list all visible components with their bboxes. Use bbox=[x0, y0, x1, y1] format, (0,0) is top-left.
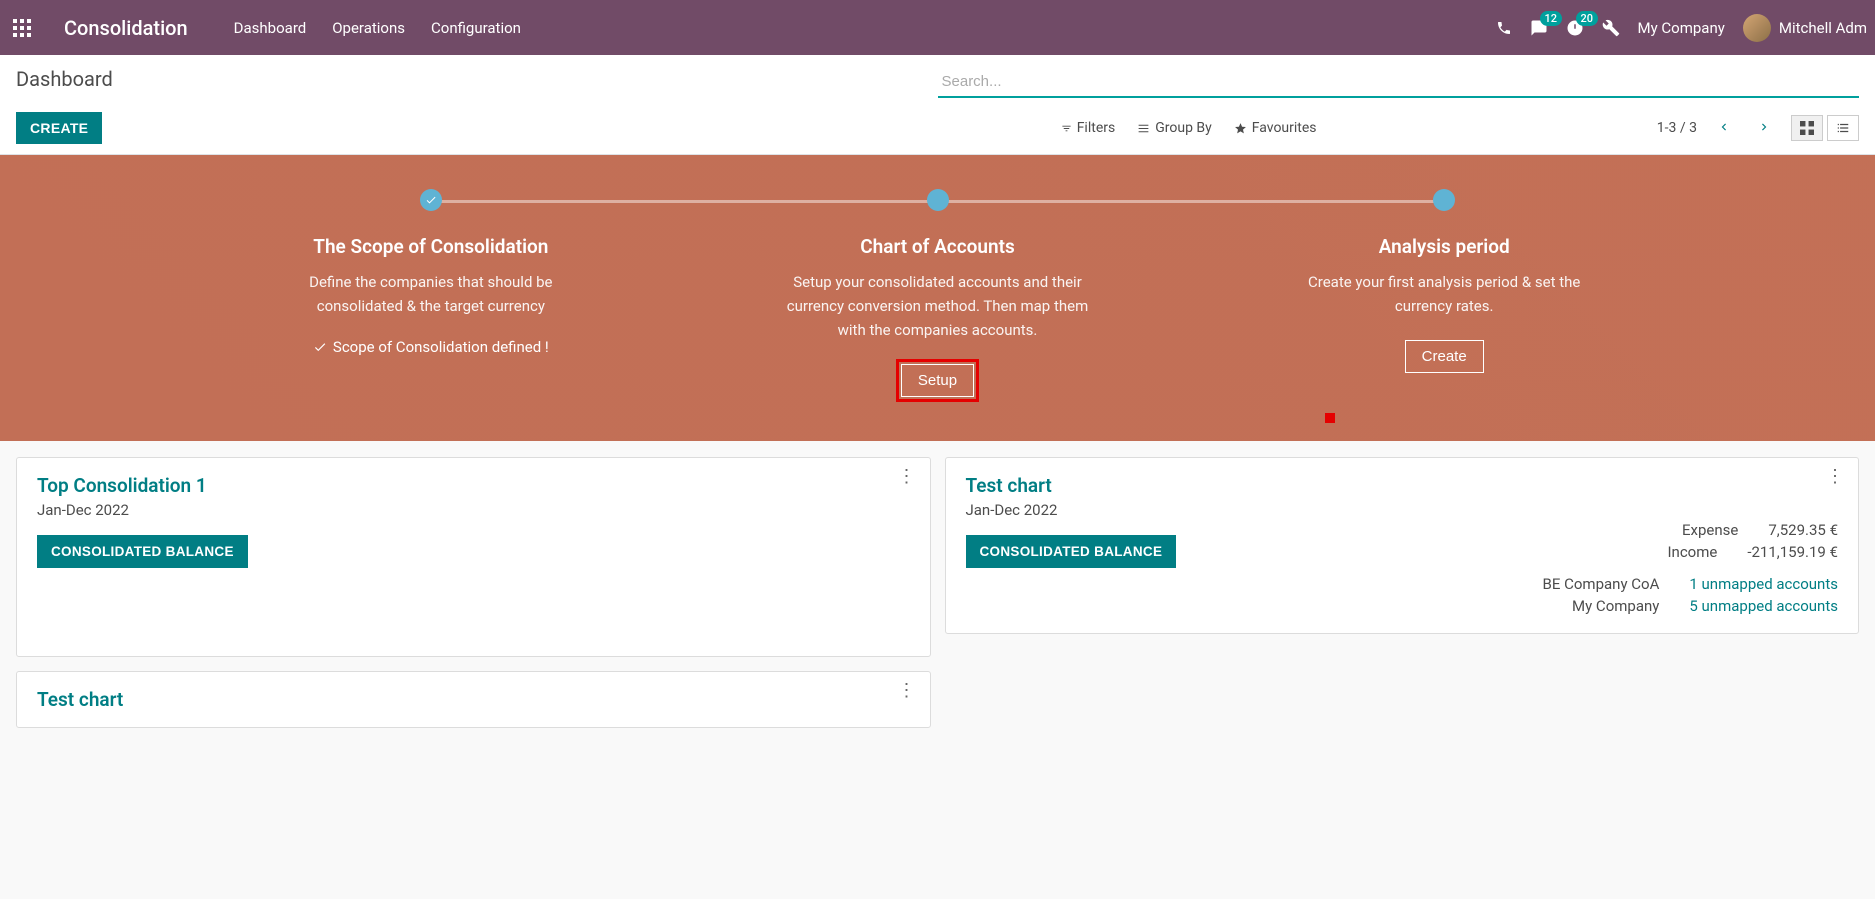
mapping-row: BE Company CoA 1 unmapped accounts bbox=[1200, 573, 1838, 595]
onboarding-step-scope: The Scope of Consolidation Define the co… bbox=[178, 189, 685, 397]
list-view-button[interactable] bbox=[1827, 115, 1859, 141]
create-button[interactable]: CREATE bbox=[16, 112, 102, 144]
pager-prev[interactable] bbox=[1711, 116, 1737, 141]
user-menu[interactable]: Mitchell Adm bbox=[1743, 14, 1867, 42]
step-desc: Define the companies that should be cons… bbox=[276, 270, 586, 318]
phone-icon[interactable] bbox=[1496, 20, 1512, 36]
cursor-indicator bbox=[1325, 413, 1335, 423]
company-switcher[interactable]: My Company bbox=[1638, 19, 1725, 37]
check-icon bbox=[313, 340, 327, 354]
search-wrap bbox=[938, 67, 1860, 98]
onboarding-step-coa: Chart of Accounts Setup your consolidate… bbox=[684, 189, 1191, 397]
unmapped-link[interactable]: 1 unmapped accounts bbox=[1689, 575, 1838, 593]
nav-right: 12 20 My Company Mitchell Adm bbox=[1496, 14, 1868, 42]
step-dot bbox=[1433, 189, 1455, 211]
consolidated-balance-button[interactable]: CONSOLIDATED BALANCE bbox=[966, 535, 1177, 568]
unmapped-link[interactable]: 5 unmapped accounts bbox=[1689, 597, 1838, 615]
nav-menu-operations[interactable]: Operations bbox=[332, 19, 405, 37]
consolidated-balance-button[interactable]: CONSOLIDATED BALANCE bbox=[37, 535, 248, 568]
nav-left: Consolidation Dashboard Operations Confi… bbox=[8, 14, 521, 42]
activities-badge: 20 bbox=[1576, 11, 1599, 26]
list-view-icon bbox=[1836, 121, 1850, 135]
kanban-icon bbox=[1800, 121, 1814, 135]
step-desc: Setup your consolidated accounts and the… bbox=[783, 270, 1093, 342]
card-title: Test chart bbox=[966, 474, 1839, 497]
step-title: Analysis period bbox=[1211, 235, 1678, 258]
messages-icon[interactable]: 12 bbox=[1530, 19, 1548, 37]
kanban-view-button[interactable] bbox=[1791, 115, 1823, 141]
kanban-card[interactable]: ⋮ Test chart bbox=[16, 671, 931, 728]
finance-row: Income -211,159.19 € bbox=[1200, 541, 1838, 563]
step-dot-done bbox=[420, 189, 442, 211]
messages-badge: 12 bbox=[1540, 11, 1563, 26]
card-title: Top Consolidation 1 bbox=[37, 474, 910, 497]
card-period: Jan-Dec 2022 bbox=[966, 501, 1839, 519]
nav-menu-configuration[interactable]: Configuration bbox=[431, 19, 521, 37]
activities-icon[interactable]: 20 bbox=[1566, 19, 1584, 37]
mapping-row: My Company 5 unmapped accounts bbox=[1200, 595, 1838, 617]
nav-menu-dashboard[interactable]: Dashboard bbox=[234, 19, 307, 37]
card-menu-icon[interactable]: ⋮ bbox=[1826, 472, 1844, 481]
groupby-dropdown[interactable]: Group By bbox=[1137, 120, 1212, 136]
step-title: Chart of Accounts bbox=[704, 235, 1171, 258]
step-status: Scope of Consolidation defined ! bbox=[313, 338, 549, 356]
groupby-label: Group By bbox=[1155, 120, 1212, 136]
company-name: My Company bbox=[1638, 19, 1725, 37]
card-title: Test chart bbox=[37, 688, 910, 711]
onboarding-banner: The Scope of Consolidation Define the co… bbox=[0, 155, 1875, 441]
mapping-label: My Company bbox=[1200, 597, 1659, 615]
app-brand[interactable]: Consolidation bbox=[54, 16, 198, 40]
nav-menu: Dashboard Operations Configuration bbox=[234, 19, 521, 37]
setup-button[interactable]: Setup bbox=[901, 364, 974, 397]
filter-icon bbox=[1061, 123, 1072, 134]
pager-next[interactable] bbox=[1751, 116, 1777, 141]
card-period: Jan-Dec 2022 bbox=[37, 501, 910, 519]
favourites-label: Favourites bbox=[1252, 120, 1317, 136]
kanban-card[interactable]: ⋮ Test chart Jan-Dec 2022 CONSOLIDATED B… bbox=[945, 457, 1860, 634]
step-status-text: Scope of Consolidation defined ! bbox=[333, 338, 549, 356]
star-icon bbox=[1234, 122, 1247, 135]
kanban-card[interactable]: ⋮ Top Consolidation 1 Jan-Dec 2022 CONSO… bbox=[16, 457, 931, 657]
chevron-right-icon bbox=[1757, 120, 1771, 134]
search-input[interactable] bbox=[938, 67, 1860, 98]
kanban-view: ⋮ Top Consolidation 1 Jan-Dec 2022 CONSO… bbox=[0, 441, 1875, 744]
finance-row: Expense 7,529.35 € bbox=[1200, 519, 1838, 541]
user-name: Mitchell Adm bbox=[1779, 19, 1867, 37]
card-menu-icon[interactable]: ⋮ bbox=[898, 472, 916, 481]
breadcrumb: Dashboard bbox=[16, 67, 113, 91]
control-panel: Dashboard CREATE Filters Group By Favour… bbox=[0, 55, 1875, 155]
check-icon bbox=[425, 194, 437, 206]
chevron-left-icon bbox=[1717, 120, 1731, 134]
step-dot bbox=[927, 189, 949, 211]
pager-text: 1-3 / 3 bbox=[1657, 120, 1697, 136]
card-menu-icon[interactable]: ⋮ bbox=[898, 686, 916, 695]
apps-icon[interactable] bbox=[8, 14, 36, 42]
finance-label: Expense bbox=[1200, 521, 1738, 539]
filters-label: Filters bbox=[1077, 120, 1116, 136]
mapping-label: BE Company CoA bbox=[1200, 575, 1659, 593]
top-navbar: Consolidation Dashboard Operations Confi… bbox=[0, 0, 1875, 55]
onboarding-step-period: Analysis period Create your first analys… bbox=[1191, 189, 1698, 397]
favourites-dropdown[interactable]: Favourites bbox=[1234, 120, 1317, 136]
create-period-button[interactable]: Create bbox=[1405, 340, 1484, 373]
view-switcher bbox=[1791, 115, 1859, 141]
user-avatar bbox=[1743, 14, 1771, 42]
step-title: The Scope of Consolidation bbox=[198, 235, 665, 258]
list-icon bbox=[1137, 122, 1150, 135]
filters-dropdown[interactable]: Filters bbox=[1061, 120, 1116, 136]
debug-icon[interactable] bbox=[1602, 19, 1620, 37]
finance-value: -211,159.19 € bbox=[1747, 543, 1838, 561]
step-desc: Create your first analysis period & set … bbox=[1289, 270, 1599, 318]
finance-value: 7,529.35 € bbox=[1768, 521, 1838, 539]
finance-label: Income bbox=[1200, 543, 1717, 561]
